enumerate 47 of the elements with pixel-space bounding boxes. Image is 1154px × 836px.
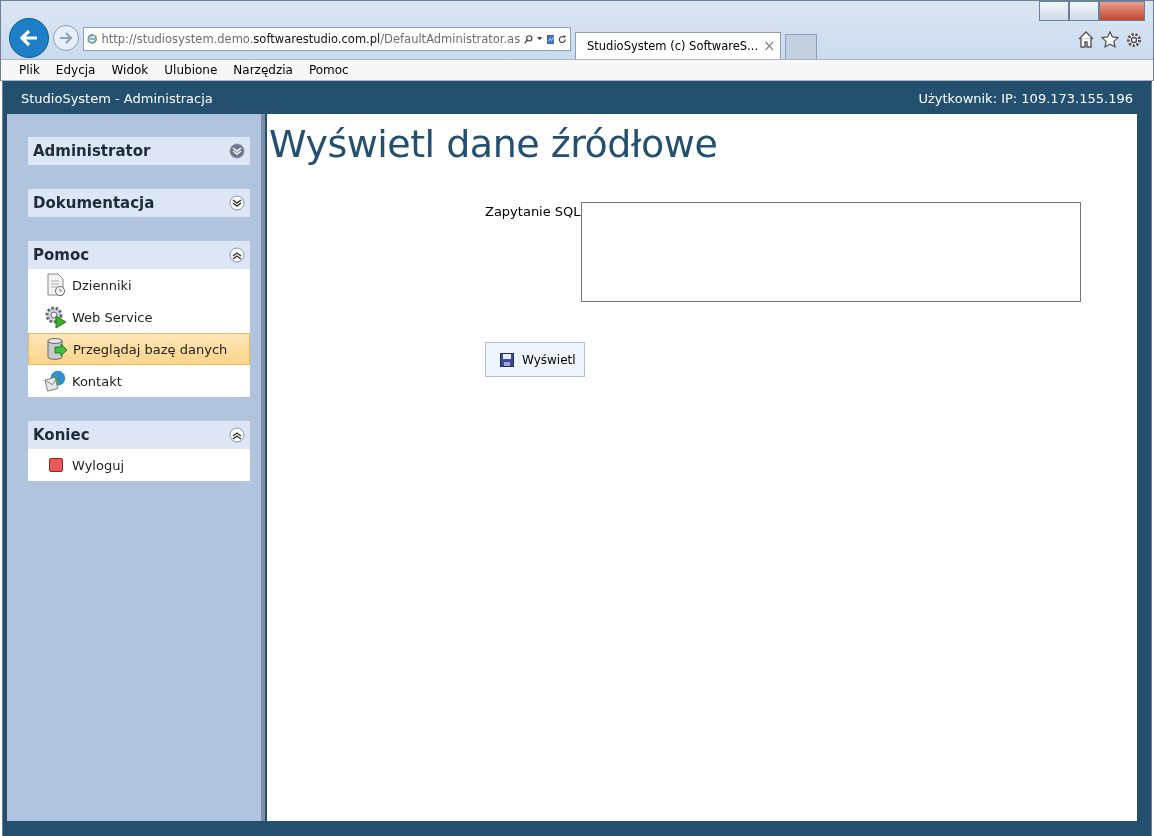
section-title: Administrator [33, 142, 152, 160]
user-info: Użytkownik: IP: 109.173.155.196 [918, 91, 1133, 106]
menu-item[interactable]: Plik [11, 63, 48, 77]
expand-icon[interactable] [229, 195, 245, 211]
menu-item[interactable]: Widok [103, 63, 157, 77]
right-arrow-icon [59, 32, 73, 44]
browser-tab[interactable]: StudioSystem (c) SoftwareS... × [575, 32, 781, 59]
browser-logo-icon [87, 31, 98, 47]
menu-item[interactable]: Edycja [47, 63, 104, 77]
section-header[interactable]: Dokumentacja [28, 189, 250, 217]
section-header[interactable]: Pomoc [28, 241, 250, 269]
globe-envelope-icon [44, 369, 68, 393]
menu-item[interactable]: Pomoc [300, 63, 357, 77]
collapse-icon[interactable] [229, 247, 245, 263]
settings-icon[interactable] [1125, 31, 1143, 49]
search-icon[interactable] [524, 32, 534, 46]
section-title: Dokumentacja [33, 194, 156, 212]
minimize-button[interactable] [1039, 1, 1069, 21]
document-clock-icon [45, 273, 67, 297]
address-bar[interactable]: http://studiosystem.demo.softwarestudio.com.pl/DefaultAdministrator.as [83, 27, 571, 51]
section-title: Pomoc [33, 246, 91, 264]
database-arrow-icon [46, 337, 68, 361]
tab-close-button[interactable]: × [763, 37, 776, 55]
back-button[interactable] [9, 18, 49, 58]
stop-square-icon [48, 457, 64, 473]
url-text: http://studiosystem.demo.softwarestudio.com.pl/DefaultAdministrator.as [101, 32, 521, 46]
refresh-icon[interactable] [558, 32, 567, 46]
dropdown-icon[interactable] [537, 36, 543, 42]
gear-play-icon [44, 305, 68, 329]
nav-item[interactable]: Przeglądaj bazę danych [28, 333, 250, 365]
compatibility-icon[interactable] [546, 32, 555, 46]
section-header[interactable]: Koniec [28, 421, 250, 449]
field-label: Zapytanie SQL [485, 204, 581, 221]
maximize-button[interactable] [1069, 1, 1099, 21]
left-arrow-icon [19, 29, 39, 47]
section-title: Koniec [33, 426, 91, 444]
page-heading: Wyświetl dane źródłowe [269, 122, 719, 166]
section-header[interactable]: Administrator [28, 137, 250, 165]
menu-item[interactable]: Narzędzia [225, 63, 301, 77]
menu-item[interactable]: Ulubione [156, 63, 226, 77]
star-icon[interactable] [1101, 31, 1119, 48]
app-title: StudioSystem - Administracja [21, 91, 213, 106]
collapse-icon[interactable] [229, 427, 245, 443]
sql-query-field[interactable] [580, 202, 1081, 302]
home-icon[interactable] [1077, 31, 1095, 48]
display-button[interactable]: Wyświetl [485, 342, 585, 377]
tab-title: StudioSystem (c) SoftwareS... [587, 39, 759, 53]
